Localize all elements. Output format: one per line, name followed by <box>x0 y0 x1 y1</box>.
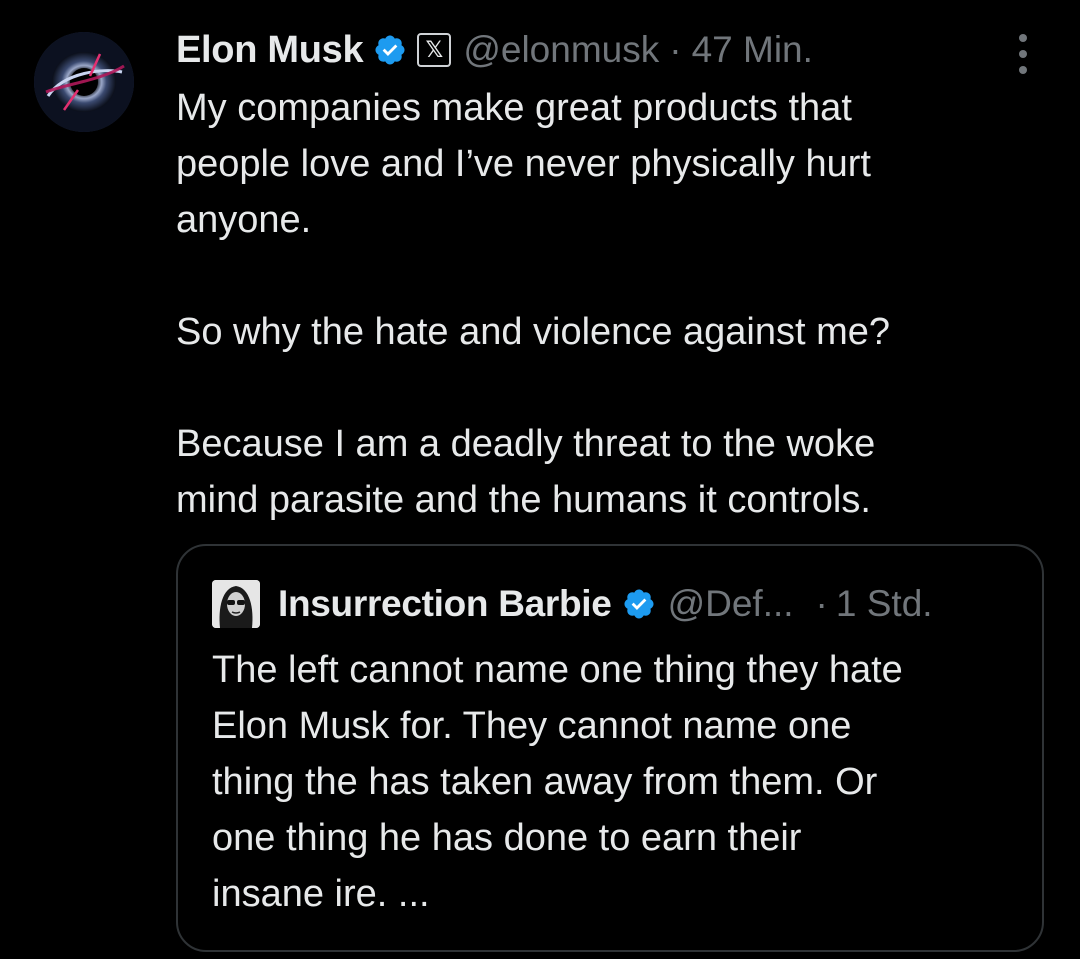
more-dot <box>1019 34 1027 42</box>
quoted-user-avatar[interactable] <box>212 580 260 628</box>
quoted-author-handle[interactable]: @Def... <box>668 583 794 625</box>
tweet-text: My companies make great products that pe… <box>176 87 891 521</box>
black-hole-avatar-image <box>34 32 134 132</box>
tweet-timestamp[interactable]: 47 Min. <box>692 29 813 71</box>
author-name[interactable]: Elon Musk <box>176 29 364 72</box>
barbie-avatar-image <box>212 580 260 628</box>
more-dot <box>1019 50 1027 58</box>
quoted-tweet-card[interactable]: Insurrection Barbie @Def... · 1 Std. The… <box>176 544 1044 952</box>
quoted-tweet-text: The left cannot name one thing they hate… <box>212 649 903 915</box>
more-dot <box>1019 66 1027 74</box>
separator-dot: · <box>669 29 682 70</box>
verified-badge-icon <box>622 587 656 621</box>
user-avatar[interactable] <box>34 32 134 132</box>
author-handle[interactable]: @elonmusk <box>463 29 659 71</box>
quoted-author-name[interactable]: Insurrection Barbie <box>278 583 612 625</box>
quoted-tweet-header: Insurrection Barbie @Def... · 1 Std. <box>212 578 933 630</box>
verified-badge-icon <box>373 33 407 67</box>
more-options-icon[interactable] <box>1008 34 1038 74</box>
separator-dot: · <box>815 583 828 624</box>
quoted-tweet-timestamp[interactable]: 1 Std. <box>836 583 933 625</box>
tweet-header: Elon Musk 𝕏 @elonmusk · 47 Min. <box>176 24 813 76</box>
tweet[interactable]: Elon Musk 𝕏 @elonmusk · 47 Min. My compa… <box>0 0 1080 959</box>
x-logo-icon: 𝕏 <box>417 33 452 67</box>
